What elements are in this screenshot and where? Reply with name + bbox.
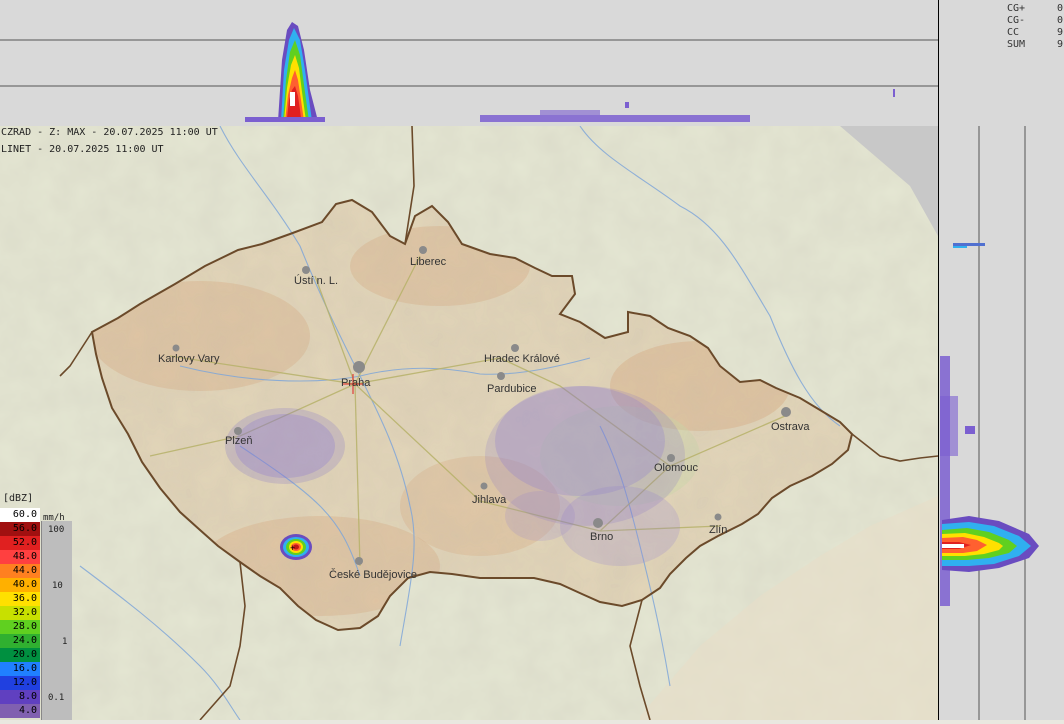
rain-tick: 100 — [48, 525, 65, 535]
profile-rain-base — [540, 110, 600, 115]
legend-step: 52.0 — [0, 536, 40, 550]
stats-label: CG+ — [1007, 3, 1026, 14]
legend-step: 48.0 — [0, 550, 40, 564]
stats-value: 9 — [1057, 39, 1064, 50]
city-label-plzen: Plzeň — [225, 435, 253, 447]
legend-step: 20.0 — [0, 648, 40, 662]
radar-product-label: CZRAD - Z: MAX - 20.07.2025 11:00 UT — [1, 127, 218, 138]
profile-rain-base — [625, 102, 629, 108]
profile-rain-side — [965, 426, 975, 434]
rain-tick: 1 — [62, 637, 68, 647]
stats-value: 0 — [1057, 3, 1064, 14]
city-label-zlin: Zlín — [709, 524, 727, 536]
lightning-stats-panel: CG+ 0 CG- 0 CC 9 SUM 9 — [938, 0, 1064, 127]
rain-tick: 0.1 — [48, 693, 65, 703]
legend-step: 40.0 — [0, 578, 40, 592]
legend-step: 4.0 — [0, 704, 40, 718]
city-label-ostrava: Ostrava — [771, 421, 810, 433]
profile-rain-side — [940, 396, 958, 456]
city-label-usti: Ústí n. L. — [294, 274, 338, 287]
stats-value: 0 — [1057, 15, 1064, 26]
city-label-praha: Praha — [341, 377, 371, 389]
storm-profile-side — [942, 516, 1039, 572]
city-label-ceske-budejovice: České Budějovice — [329, 568, 417, 581]
legend-step: 32.0 — [0, 606, 40, 620]
legend-step: 28.0 — [0, 620, 40, 634]
legend-step: 56.0 — [0, 522, 40, 536]
legend-step: 60.0 — [0, 508, 40, 522]
city-label-brno: Brno — [590, 531, 613, 543]
stats-label: CC — [1007, 27, 1020, 38]
right-profile-chart — [940, 126, 1039, 720]
right-profile-panel — [938, 126, 1064, 720]
rain-rate-scale: 100 10 1 0.1 — [41, 521, 72, 720]
legend-step: 24.0 — [0, 634, 40, 648]
profile-rain-base — [245, 117, 325, 122]
legend-title: [dBZ] — [3, 493, 34, 504]
legend-step: 44.0 — [0, 564, 40, 578]
legend-step: 36.0 — [0, 592, 40, 606]
profile-rain-base — [893, 89, 895, 97]
stats-label: SUM — [1007, 39, 1026, 50]
city-label-liberec: Liberec — [410, 256, 447, 268]
radar-map[interactable]: + Liberec Ústí n. L. Karlovy Vary Praha … — [0, 126, 938, 720]
radar-viewer: CG+ 0 CG- 0 CC 9 SUM 9 + Liberec Ústí n.… — [0, 0, 1064, 720]
city-label-olomouc: Olomouc — [654, 462, 699, 474]
profile-rain-base — [480, 115, 750, 122]
storm-profile — [278, 22, 318, 121]
lightning-product-label: LINET - 20.07.2025 11:00 UT — [1, 144, 164, 155]
rain-tick: 10 — [52, 581, 63, 591]
stats-label: CG- — [1007, 15, 1026, 26]
city-label-karlovy-vary: Karlovy Vary — [158, 353, 220, 365]
map-canvas: + Liberec Ústí n. L. Karlovy Vary Praha … — [0, 126, 938, 720]
legend-step: 12.0 — [0, 676, 40, 690]
city-label-hradec-kralove: Hradec Králové — [484, 353, 560, 365]
storm-cell: + — [280, 534, 312, 560]
top-profile-chart — [0, 22, 938, 122]
top-profile-panel — [0, 0, 938, 127]
legend-step: 16.0 — [0, 662, 40, 676]
stats-value: 9 — [1057, 27, 1064, 38]
legend-step: 8.0 — [0, 690, 40, 704]
svg-text:+: + — [290, 543, 295, 553]
profile-rain-side — [953, 246, 967, 248]
profile-rain-side — [953, 243, 985, 246]
city-label-pardubice: Pardubice — [487, 383, 537, 395]
city-label-jihlava: Jihlava — [472, 494, 507, 506]
